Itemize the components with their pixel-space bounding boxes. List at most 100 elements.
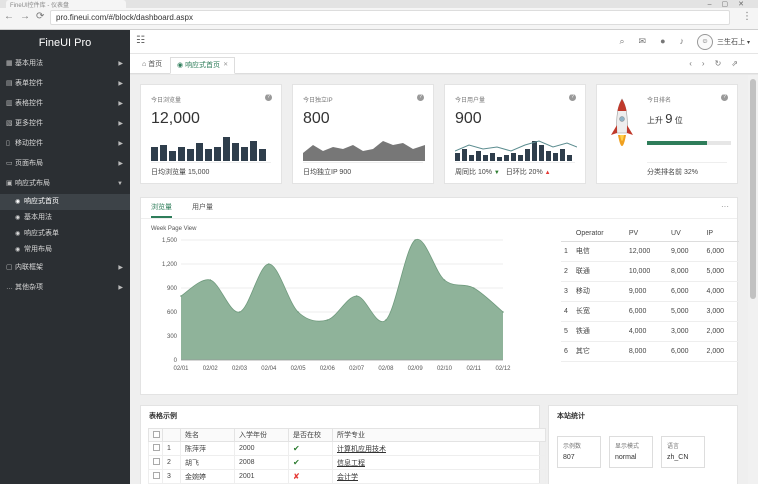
cell: 铁通 [572, 321, 626, 342]
forward-icon[interactable]: → [20, 11, 36, 22]
mail-icon[interactable]: ✉ [639, 36, 661, 46]
table-row[interactable]: 2 联通 10,000 8,000 5,000 [561, 261, 739, 282]
y-tick-label: 600 [167, 310, 178, 316]
data-point [209, 279, 212, 281]
tab-responsive-home[interactable]: ◉ 响应式首页 ✕ [170, 57, 236, 74]
window-controls[interactable]: –▢✕ [708, 0, 754, 8]
major-link[interactable]: 会计学 [337, 474, 358, 481]
table-icon: ▥ [6, 100, 13, 107]
sidebar-subitem-responsive-home[interactable]: ◉ 响应式首页 [0, 194, 130, 210]
ip-area-sparkline [303, 141, 425, 161]
divider [303, 162, 423, 163]
sidebar-item-label: 移动控件 [15, 140, 43, 147]
scrollbar-thumb[interactable] [750, 79, 756, 299]
sidebar-item-layout[interactable]: ▭ 页面布局 ▶ [0, 154, 130, 174]
checkbox[interactable] [153, 472, 160, 479]
tab-tools: ‹›↻⇗ [689, 59, 748, 68]
rank-suffix: 位 [674, 116, 683, 125]
col-header: PV [625, 226, 669, 242]
cross-icon: ✘ [293, 472, 300, 481]
table-row[interactable]: 2 胡飞 2008 ✔ 信息工程 [148, 455, 546, 470]
search-icon[interactable]: ⌕ [619, 36, 638, 46]
chevron-right-icon: ▶ [118, 161, 123, 167]
sidebar: FineUI Pro ▦ 基本用法 ▶ ▤ 表单控件 ▶ ▥ 表格控件 ▶ ▧ 更多控件 ▶ ▯… [0, 30, 130, 484]
browser-tab[interactable]: FineUI控件库 - 仪表盘 [6, 0, 126, 8]
bell-icon[interactable]: ♪ [680, 36, 699, 46]
select-all-header[interactable] [148, 428, 163, 442]
page-view-chart: 1,500 1,200 900 600 300 0 02/01 02/02 02/03 02/04… [162, 238, 511, 372]
triangle-down-icon: ▼ [493, 170, 500, 176]
sidebar-item-grid[interactable]: ▥ 表格控件 ▶ [0, 94, 130, 114]
browser-menu-icon[interactable]: ⋮ [742, 11, 752, 22]
back-icon[interactable]: ← [4, 11, 20, 22]
menu-toggle-icon[interactable]: ☷ [136, 35, 145, 46]
cell: 联通 [572, 261, 626, 282]
refresh-icon[interactable]: ↻ [715, 59, 732, 68]
sidebar-subitem-layouts[interactable]: ◉ 常用布局 [0, 242, 130, 258]
data-point [238, 311, 241, 313]
checkbox[interactable] [153, 444, 160, 451]
sidebar-item-iframe[interactable]: ▢ 内联框架 ▶ [0, 258, 130, 278]
code-icon[interactable]: ‹› [689, 59, 714, 68]
help-icon[interactable]: ? [417, 94, 424, 101]
grid-icon: ▦ [6, 60, 13, 67]
circle-dot-icon: ◉ [15, 215, 21, 221]
help-icon[interactable]: ? [721, 94, 728, 101]
cell: 信息工程 [332, 455, 546, 470]
stat-title: 今日独立IP [303, 98, 333, 104]
tab-users[interactable]: 用户量 [192, 198, 213, 218]
scrollbar[interactable] [748, 75, 758, 484]
rank-line: 上升 9 位 [647, 111, 683, 126]
user-menu[interactable]: ☺ 三生石上 ▾ [696, 33, 750, 51]
help-icon[interactable]: ? [569, 94, 576, 101]
table-row[interactable]: 1 电信 12,000 9,000 6,000 [561, 241, 739, 262]
sidebar-item-mobile[interactable]: ▯ 移动控件 ▶ [0, 134, 130, 154]
tab-home[interactable]: ⌂ 首页 [136, 57, 168, 74]
stat-card-ip: 今日独立IP ? 800 日均独立IP 900 [292, 84, 434, 184]
row-select[interactable] [148, 469, 163, 484]
sidebar-item-form[interactable]: ▤ 表单控件 ▶ [0, 74, 130, 94]
chevron-right-icon: ▶ [118, 61, 123, 67]
tabbar: ⌂ 首页 ◉ 响应式首页 ✕ ‹›↻⇗ [130, 54, 758, 74]
sidebar-subitem-form[interactable]: ◉ 响应式表单 [0, 226, 130, 242]
stat-box-lang: 语言 zh_CN [661, 436, 705, 468]
table-row[interactable]: 1 陈萍萍 2000 ✔ 计算机应用技术 [148, 441, 546, 456]
checkbox[interactable] [153, 430, 160, 438]
dod-text: 日环比 20% [505, 169, 543, 176]
circle-dot-icon: ◉ [15, 247, 21, 253]
x-tick-label: 02/05 [291, 366, 307, 372]
address-bar[interactable]: pro.fineui.com/#/block/dashboard.aspx [50, 10, 730, 25]
data-point [326, 319, 329, 321]
topbar: ☷ ⌕✉●♪ ☺ 三生石上 ▾ [130, 30, 758, 54]
sidebar-item-basic[interactable]: ▦ 基本用法 ▶ [0, 54, 130, 74]
sidebar-subitem-basic[interactable]: ◉ 基本用法 [0, 210, 130, 226]
row-select[interactable] [148, 441, 163, 456]
close-icon[interactable]: ✕ [223, 62, 228, 68]
stat-footer: 分类排名前 32% [647, 169, 698, 176]
sidebar-item-responsive[interactable]: ▣ 响应式布局 ▼ [0, 174, 130, 194]
chevron-right-icon: ▶ [118, 81, 123, 87]
chevron-right-icon: ▶ [118, 141, 123, 147]
chat-icon[interactable]: ● [660, 36, 679, 46]
major-link[interactable]: 计算机应用技术 [337, 446, 386, 453]
table-row[interactable]: 6 其它 8,000 6,000 2,000 [561, 341, 739, 362]
reload-icon[interactable]: ⟳ [36, 11, 50, 22]
cell: 电信 [572, 241, 626, 262]
stat-footer: 周同比 10% ▼ 日环比 20% ▲ [455, 167, 551, 177]
more-icon[interactable]: ··· [721, 202, 729, 211]
tab-pageviews[interactable]: 浏览量 [151, 198, 172, 218]
checkbox[interactable] [153, 458, 160, 465]
cell: 6,000 [703, 241, 739, 262]
sidebar-item-more[interactable]: ▧ 更多控件 ▶ [0, 114, 130, 134]
table-row[interactable]: 4 长宽 6,000 5,000 3,000 [561, 301, 739, 322]
external-link-icon[interactable]: ⇗ [731, 59, 748, 68]
browser-nav[interactable]: ←→⟳ [4, 11, 50, 22]
table-row[interactable]: 5 铁通 4,000 3,000 2,000 [561, 321, 739, 342]
major-link[interactable]: 信息工程 [337, 460, 365, 467]
row-select[interactable] [148, 455, 163, 470]
help-icon[interactable]: ? [265, 94, 272, 101]
table-row[interactable]: 3 移动 9,000 6,000 4,000 [561, 281, 739, 302]
triangle-up-icon: ▲ [544, 170, 551, 176]
sidebar-item-misc[interactable]: … 其他杂项 ▶ [0, 278, 130, 298]
table-row[interactable]: 3 金婉婷 2001 ✘ 会计学 [148, 469, 546, 484]
